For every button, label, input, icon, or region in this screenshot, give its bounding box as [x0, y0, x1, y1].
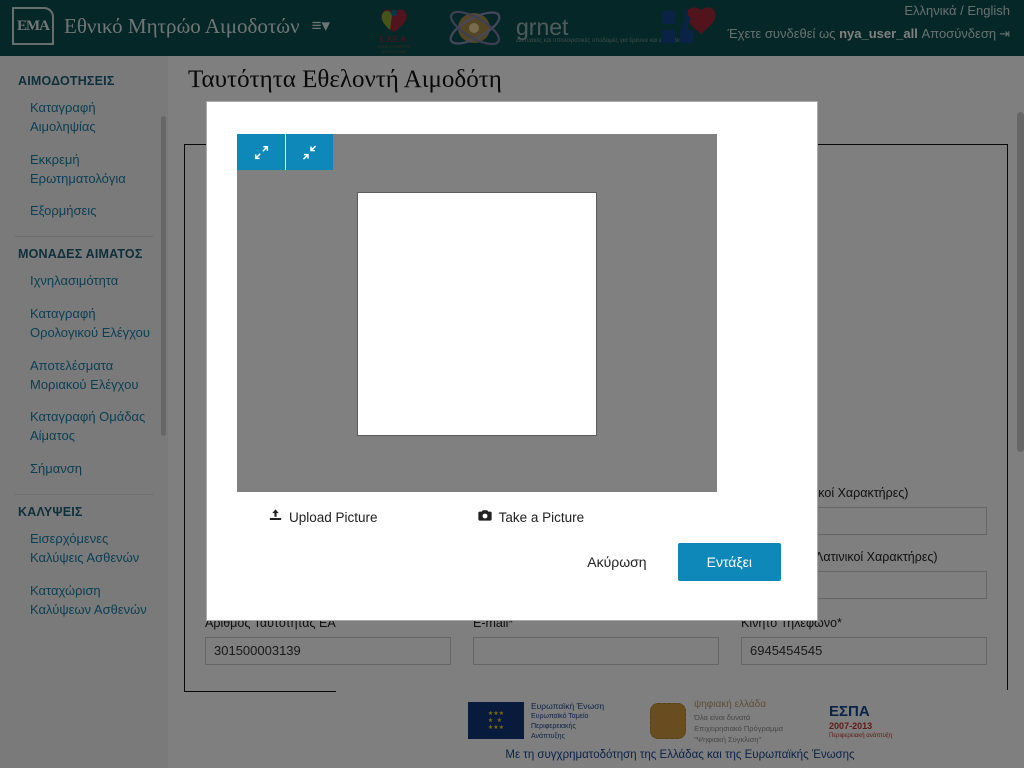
confirm-button[interactable]: Εντάξει [677, 543, 781, 581]
upload-picture-label: Upload Picture [289, 509, 378, 525]
zoom-out-button[interactable] [285, 134, 333, 170]
expand-arrows-icon [254, 145, 269, 160]
take-picture-button[interactable]: Take a Picture [470, 505, 593, 529]
cropper-toolbar [237, 134, 333, 170]
cropper-canvas[interactable] [237, 134, 717, 492]
compress-arrows-icon [302, 145, 317, 160]
picture-source-row: Upload Picture Take a Picture [237, 500, 717, 534]
picture-cropper-modal: Upload Picture Take a Picture Ακύρωση Εν… [206, 101, 818, 621]
zoom-in-button[interactable] [237, 134, 285, 170]
upload-icon [269, 509, 282, 525]
cancel-button[interactable]: Ακύρωση [566, 544, 668, 580]
modal-action-buttons: Ακύρωση Εντάξει [566, 543, 781, 581]
take-picture-label: Take a Picture [498, 509, 585, 525]
camera-icon [477, 509, 492, 525]
upload-picture-button[interactable]: Upload Picture [261, 505, 386, 529]
crop-selection-box[interactable] [357, 192, 597, 436]
